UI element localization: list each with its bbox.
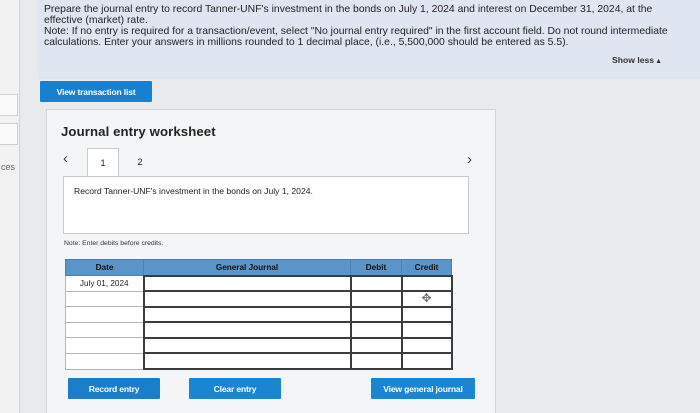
tab-2[interactable]: 2 xyxy=(124,148,156,176)
clear-entry-button[interactable]: Clear entry xyxy=(189,378,281,399)
date-header: Date xyxy=(65,259,144,276)
debit-cell[interactable] xyxy=(349,321,403,339)
debit-cell[interactable] xyxy=(349,305,403,324)
debit-header: Debit xyxy=(350,259,402,276)
sidebar-tab[interactable] xyxy=(0,123,18,145)
record-entry-button[interactable]: Record entry xyxy=(68,378,160,399)
chevron-right-icon[interactable]: › xyxy=(467,151,472,168)
account-cell[interactable] xyxy=(142,305,352,324)
account-cell[interactable] xyxy=(142,290,352,308)
journal-table: Date General Journal Debit Credit July 0… xyxy=(65,259,453,371)
debit-credit-note: Note: Enter debits before credits. xyxy=(64,240,164,247)
credit-header: Credit xyxy=(401,259,452,276)
tab-2-label: 2 xyxy=(137,157,143,167)
account-cell[interactable] xyxy=(142,352,352,371)
credit-cell[interactable] xyxy=(400,274,453,293)
general-journal-header: General Journal xyxy=(143,259,351,276)
tab-1-label: 1 xyxy=(100,158,106,168)
debit-cell[interactable] xyxy=(349,352,403,371)
view-general-journal-button[interactable]: View general journal xyxy=(371,378,475,399)
debit-cell[interactable] xyxy=(349,290,403,308)
left-sidebar-strip: ces xyxy=(0,0,20,413)
tab-1[interactable]: 1 xyxy=(87,148,119,177)
show-less-link[interactable]: Show less▲ xyxy=(612,55,662,65)
table-row: ✥ xyxy=(65,290,453,308)
chevron-left-icon[interactable]: ‹ xyxy=(63,150,68,167)
table-row xyxy=(65,336,453,355)
date-cell[interactable] xyxy=(65,352,144,370)
sidebar-tab[interactable] xyxy=(0,94,18,116)
date-cell[interactable] xyxy=(65,321,144,339)
debit-cell[interactable] xyxy=(349,336,403,355)
table-header-row: Date General Journal Debit Credit xyxy=(65,259,452,276)
account-cell[interactable] xyxy=(142,336,352,355)
instructions-line1: Prepare the journal entry to record Tann… xyxy=(44,4,653,26)
date-cell[interactable] xyxy=(65,306,144,323)
credit-cell[interactable] xyxy=(400,336,453,355)
transaction-description-box xyxy=(63,176,469,234)
date-cell[interactable]: July 01, 2024 xyxy=(65,275,144,292)
move-cursor-icon: ✥ xyxy=(421,291,432,306)
instructions-text: Prepare the journal entry to record Tann… xyxy=(44,4,669,48)
debit-cell[interactable] xyxy=(349,274,403,293)
account-cell[interactable] xyxy=(142,274,352,293)
sidebar-label: ces xyxy=(1,162,16,172)
triangle-up-icon: ▲ xyxy=(655,58,662,65)
table-row: July 01, 2024 xyxy=(65,274,453,293)
date-cell[interactable] xyxy=(65,337,144,354)
instructions-line2: Note: If no entry is required for a tran… xyxy=(44,26,668,48)
account-cell[interactable] xyxy=(142,321,352,339)
view-transaction-list-button[interactable]: View transaction list xyxy=(40,81,152,102)
credit-cell[interactable] xyxy=(400,305,453,324)
credit-cell[interactable]: ✥ xyxy=(400,290,453,308)
transaction-description: Record Tanner-UNF's investment in the bo… xyxy=(74,186,313,196)
table-row xyxy=(65,321,453,339)
credit-cell[interactable] xyxy=(400,352,453,371)
show-less-label: Show less xyxy=(612,55,655,65)
table-row xyxy=(65,305,453,324)
table-row xyxy=(65,352,453,371)
date-cell[interactable] xyxy=(65,290,144,308)
worksheet-title: Journal entry worksheet xyxy=(61,124,216,139)
credit-cell[interactable] xyxy=(400,321,453,339)
